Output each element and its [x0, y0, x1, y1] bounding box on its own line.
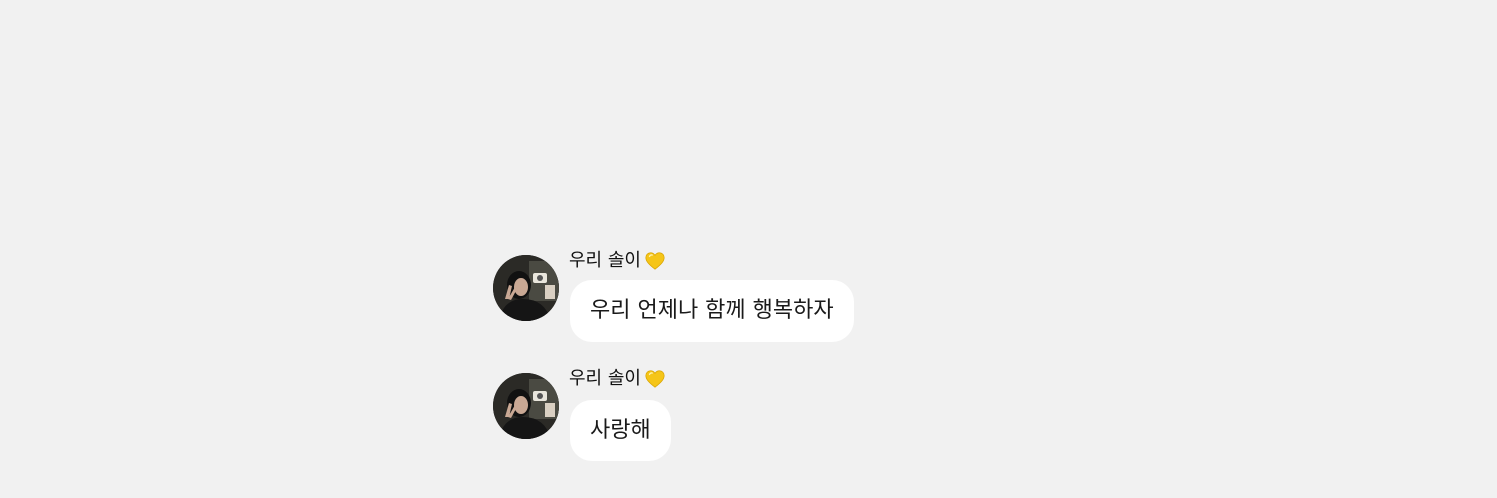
- sender-name: 우리 솔이: [569, 247, 666, 275]
- yellow-heart-icon: [644, 250, 666, 272]
- message-bubble[interactable]: 사랑해: [570, 400, 671, 461]
- avatar[interactable]: [493, 373, 559, 439]
- sender-name-text: 우리 솔이: [569, 250, 641, 271]
- avatar-photo: [493, 255, 559, 321]
- avatar-photo: [493, 373, 559, 439]
- chat-area: 우리 솔이 우리 언제나 함께 행복하자 우리 솔이 사랑해: [0, 0, 1497, 498]
- message-bubble[interactable]: 우리 언제나 함께 행복하자: [570, 280, 854, 342]
- sender-name-text: 우리 솔이: [569, 368, 641, 389]
- sender-name: 우리 솔이: [569, 365, 666, 393]
- avatar[interactable]: [493, 255, 559, 321]
- yellow-heart-icon: [644, 368, 666, 390]
